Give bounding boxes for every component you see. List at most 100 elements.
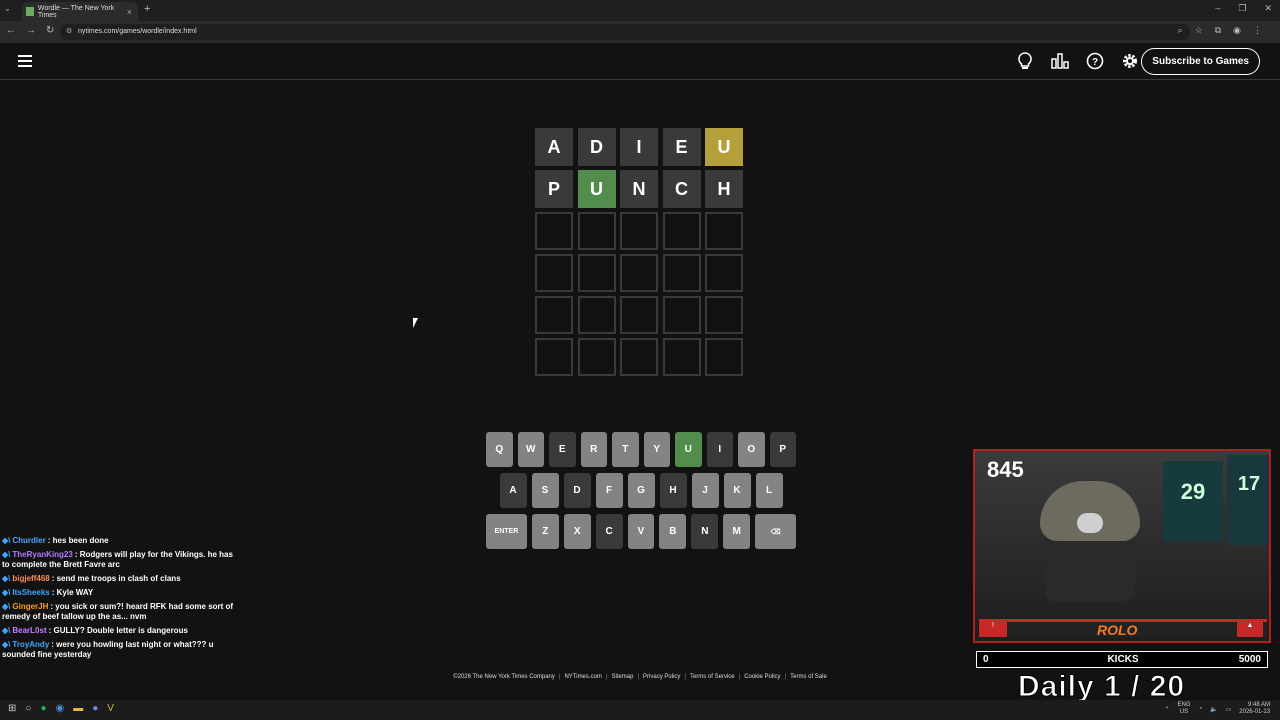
chat-badge-icon: ◆\ (2, 640, 11, 649)
chat-message: ◆\ bigjeff468: send me troops in clash of… (0, 572, 244, 586)
hamburger-menu-icon[interactable] (18, 55, 32, 67)
key-k[interactable]: K (723, 473, 751, 508)
key-n[interactable]: N (691, 514, 719, 549)
tab-close-icon[interactable]: × (127, 7, 132, 17)
key-r[interactable]: R (580, 432, 607, 467)
chat-badge-icon: ◆\ (2, 602, 11, 611)
footer-link[interactable]: NYTimes.com (564, 674, 601, 680)
hint-lightbulb-icon[interactable] (1015, 51, 1035, 71)
overlay-bar-right-badge: ▲ (1237, 622, 1263, 637)
spotify-icon[interactable]: ● (40, 703, 46, 714)
close-window-icon[interactable]: ✕ (1264, 3, 1272, 14)
bookmark-star-icon[interactable]: ☆ (1195, 25, 1203, 36)
board-tile (577, 212, 616, 250)
zoom-icon[interactable]: ⌕ (1178, 25, 1183, 36)
tab-list-chevron-icon[interactable]: ⌄ (4, 4, 11, 13)
browser-icon[interactable]: ◉ (55, 703, 64, 714)
board-tile (535, 254, 573, 292)
board-tile: H (705, 170, 743, 208)
key-w[interactable]: W (517, 432, 544, 467)
clock[interactable]: 9:48 AM 2026-01-13 (1239, 702, 1270, 716)
key-h[interactable]: H (659, 473, 687, 508)
key-z[interactable]: Z (531, 514, 559, 549)
reload-icon[interactable]: ↻ (46, 25, 54, 36)
backspace-key[interactable]: ⌫ (755, 514, 797, 549)
discord-icon[interactable]: ● (92, 703, 98, 714)
key-c[interactable]: C (595, 514, 623, 549)
key-o[interactable]: O (738, 432, 765, 467)
tab-title: Wordle — The New York Times (37, 4, 115, 19)
subscribe-button[interactable]: Subscribe to Games (1141, 48, 1260, 75)
key-l[interactable]: L (755, 473, 783, 508)
volume-icon[interactable]: 🔈 (1210, 706, 1217, 713)
lang-code: ENG (1177, 702, 1191, 708)
settings-gear-icon[interactable] (1120, 51, 1140, 71)
header-icons: ? (1015, 51, 1140, 71)
restore-icon[interactable]: ❐ (1238, 3, 1246, 14)
wifi-icon[interactable]: ◔ (1199, 706, 1203, 712)
footer-link[interactable]: Terms of Service (690, 674, 735, 680)
start-icon[interactable]: ⊞ (8, 703, 16, 714)
key-i[interactable]: I (706, 432, 733, 467)
board-tile (535, 212, 573, 250)
key-d[interactable]: D (563, 473, 591, 508)
overlay-count: 845 (987, 457, 1024, 482)
key-s[interactable]: S (531, 473, 559, 508)
key-u[interactable]: U (675, 432, 702, 467)
language-indicator[interactable]: ENG US (1178, 702, 1191, 716)
battery-icon[interactable]: ▭ (1226, 706, 1232, 713)
keyboard-row: ENTER Z X C V B N M ⌫ (485, 514, 797, 549)
footer-separator: | (558, 674, 561, 680)
extensions-icon[interactable]: ⧉ (1215, 25, 1221, 36)
footer-link[interactable]: ©2026 The New York Times Company (453, 674, 555, 680)
footer-link[interactable]: Sitemap (611, 674, 633, 680)
board-tile: U (577, 170, 616, 208)
browser-menu-icon[interactable]: ⋮ (1253, 25, 1262, 36)
key-b[interactable]: B (659, 514, 687, 549)
forward-icon[interactable]: → (26, 25, 36, 36)
search-icon[interactable]: ○ (25, 703, 31, 714)
folder-icon[interactable]: ▬ (73, 703, 83, 714)
url-text: nytimes.com/games/wordle/index.html (78, 28, 197, 35)
key-x[interactable]: X (563, 514, 591, 549)
key-j[interactable]: J (691, 473, 719, 508)
key-p[interactable]: P (769, 432, 796, 467)
back-icon[interactable]: ← (6, 25, 16, 36)
board-tile (705, 338, 743, 376)
key-v[interactable]: V (627, 514, 655, 549)
key-a[interactable]: A (499, 473, 527, 508)
key-g[interactable]: G (627, 473, 655, 508)
board-tile (662, 254, 701, 292)
board-tile: D (577, 128, 616, 166)
browser-tab-wordle[interactable]: Wordle — The New York Times × (22, 2, 138, 21)
chat-text: send me troops in clash of clans (56, 574, 181, 583)
board-tile (535, 338, 573, 376)
footer-link[interactable]: Terms of Sale (790, 674, 827, 680)
statistics-icon[interactable] (1050, 51, 1070, 71)
help-icon[interactable]: ? (1085, 51, 1105, 71)
chat-message: ◆\ TroyAndy: were you howling last night … (0, 638, 244, 662)
profile-avatar-icon[interactable]: ◉ (1233, 25, 1241, 36)
key-y[interactable]: Y (643, 432, 670, 467)
footer-link[interactable]: Privacy Policy (643, 674, 680, 680)
key-q[interactable]: Q (486, 432, 513, 467)
key-f[interactable]: F (595, 473, 623, 508)
svg-text:?: ? (1092, 57, 1098, 68)
address-bar[interactable]: ⚙ nytimes.com/games/wordle/index.html (60, 24, 1190, 40)
site-info-icon[interactable]: ⚙ (66, 24, 72, 40)
browser-tab-strip: ⌄ Wordle — The New York Times × + – ❐ ✕ (0, 0, 1280, 21)
tray-chevron-icon[interactable]: ⌃ (1164, 706, 1169, 713)
minimize-icon[interactable]: – (1215, 3, 1220, 14)
key-t[interactable]: T (612, 432, 639, 467)
board-tile: E (662, 128, 701, 166)
taskbar-apps: ⊞ ○ ● ◉ ▬ ● V (8, 703, 114, 714)
v-app-icon[interactable]: V (107, 703, 114, 714)
game-board: ADIEUPUNCH (535, 128, 743, 376)
footer-link[interactable]: Cookie Policy (744, 674, 780, 680)
enter-key[interactable]: ENTER (485, 514, 527, 549)
new-tab-button[interactable]: + (144, 3, 150, 15)
key-m[interactable]: M (723, 514, 751, 549)
board-tile (662, 296, 701, 334)
key-e[interactable]: E (549, 432, 576, 467)
os-taskbar: ⊞ ○ ● ◉ ▬ ● V ⌃ ENG US ◔ 🔈 ▭ 9:48 AM 202… (0, 700, 1280, 720)
